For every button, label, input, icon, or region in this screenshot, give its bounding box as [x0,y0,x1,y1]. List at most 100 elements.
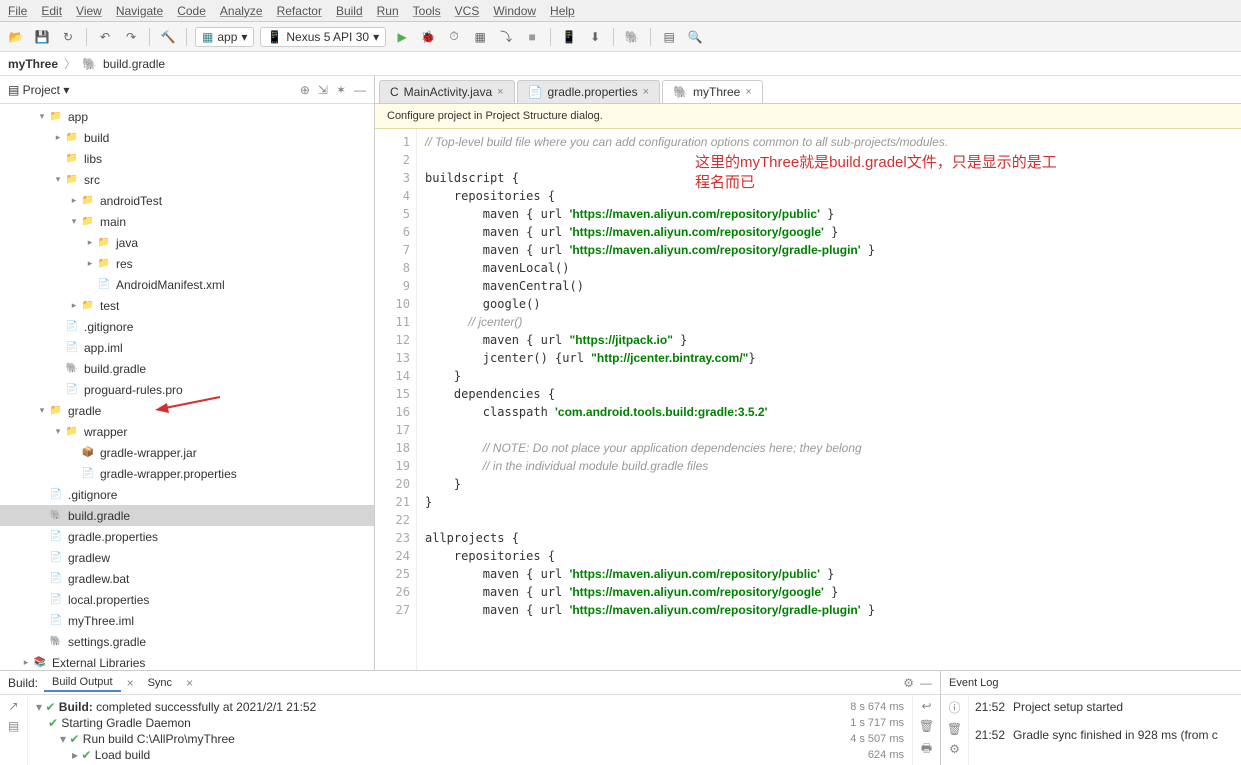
trash-icon[interactable]: 🗑 [919,719,934,733]
event-list: 21:52Project setup started21:52Gradle sy… [969,695,1241,765]
coverage-icon[interactable]: ▦ [470,27,490,47]
tree-item[interactable]: ▸📁java [0,232,374,253]
tree-item[interactable]: ▾📁src [0,169,374,190]
editor-tabs: CMainActivity.java×📄gradle.properties×🐘m… [375,76,1241,104]
tree-item[interactable]: 📄gradle.properties [0,526,374,547]
close-icon[interactable]: × [497,86,503,98]
menu-refactor[interactable]: Refactor [277,4,322,18]
menu-tools[interactable]: Tools [413,4,441,18]
expand-icon[interactable]: ⇲ [318,83,328,97]
refresh-icon[interactable]: ↻ [58,27,78,47]
menu-build[interactable]: Build [336,4,363,18]
tree-item[interactable]: 🐘build.gradle [0,358,374,379]
menu-edit[interactable]: Edit [41,4,62,18]
settings-icon[interactable]: ✶ [336,83,346,97]
avd-icon[interactable]: 📱 [559,27,579,47]
build-times: 8 s 674 ms1 s 717 ms4 s 507 ms624 ms [832,695,912,765]
tree-item[interactable]: 📦gradle-wrapper.jar [0,442,374,463]
debug-icon[interactable]: 🐞 [418,27,438,47]
editor-tab[interactable]: 📄gradle.properties× [517,80,660,103]
stop-icon[interactable]: ■ [522,27,542,47]
menu-run[interactable]: Run [377,4,399,18]
open-icon[interactable]: 📂 [6,27,26,47]
build-tree[interactable]: ▾ ✔ Build: completed successfully at 202… [28,695,832,765]
config-banner[interactable]: Configure project in Project Structure d… [375,104,1241,129]
tree-item[interactable]: 📄myThree.iml [0,610,374,631]
tree-item[interactable]: 📄local.properties [0,589,374,610]
code-editor[interactable]: // Top-level build file where you can ad… [417,129,1241,670]
toolbar: 📂 💾 ↻ ↶ ↷ 🔨 ▦app▾ 📱Nexus 5 API 30▾ ▶ 🐞 ⏱… [0,22,1241,52]
structure-icon[interactable]: ▤ [659,27,679,47]
tree-item[interactable]: 🐘build.gradle [0,505,374,526]
tree-item[interactable]: ▸📁androidTest [0,190,374,211]
tree-item[interactable]: ▸📚External Libraries [0,652,374,670]
hammer-icon[interactable]: 🔨 [158,27,178,47]
attach-icon[interactable]: ⤵ [496,27,516,47]
profile-icon[interactable]: ⏱ [444,27,464,47]
menu-bar: File Edit View Navigate Code Analyze Refactor B… [0,0,1241,22]
tree-item[interactable]: ▸📁res [0,253,374,274]
undo-icon[interactable]: ↶ [95,27,115,47]
breadcrumb-project[interactable]: myThree [8,57,58,71]
close-icon[interactable]: × [643,86,649,98]
run-icon[interactable]: ▶ [392,27,412,47]
menu-code[interactable]: Code [177,4,206,18]
menu-navigate[interactable]: Navigate [116,4,163,18]
run-config-combo[interactable]: ▦app▾ [195,27,254,47]
tab-sync[interactable]: Sync [140,675,180,691]
tab-build-output[interactable]: Build Output [44,674,121,692]
device-combo[interactable]: 📱Nexus 5 API 30▾ [260,27,386,47]
tree-item[interactable]: 📁libs [0,148,374,169]
tree-item[interactable]: 📄gradlew.bat [0,568,374,589]
trash-icon[interactable]: 🗑 [947,722,962,736]
menu-window[interactable]: Window [493,4,536,18]
tree-item[interactable]: 📄gradle-wrapper.properties [0,463,374,484]
gear-icon[interactable]: ⚙ [903,676,914,690]
tree-item[interactable]: 📄gradlew [0,547,374,568]
soft-wrap-icon[interactable]: ↩ [921,699,931,713]
tree-item[interactable]: 📄app.iml [0,337,374,358]
editor-pane: CMainActivity.java×📄gradle.properties×🐘m… [375,76,1241,670]
project-view-combo[interactable]: ▤ Project ▾ [8,83,69,97]
close-icon[interactable]: × [745,86,751,98]
tree-item[interactable]: ▸📁build [0,127,374,148]
tree-item[interactable]: 📄.gitignore [0,484,374,505]
tree-item[interactable]: 📄.gitignore [0,316,374,337]
gutter: 1234567891011121314151617181920212223242… [375,129,417,670]
search-icon[interactable]: 🔍 [685,27,705,47]
info-icon[interactable]: ⓘ [948,699,960,716]
tree-item[interactable]: ▾📁app [0,106,374,127]
editor-tab[interactable]: 🐘myThree× [662,80,763,103]
tree-item[interactable]: 📄AndroidManifest.xml [0,274,374,295]
menu-analyze[interactable]: Analyze [220,4,263,18]
menu-help[interactable]: Help [550,4,575,18]
filter-icon[interactable]: ▤ [8,719,19,733]
bottom-panel: Build: Build Output× Sync× ⚙ — ↗ ▤ ▾ ✔ B… [0,670,1241,765]
breadcrumb: myThree 〉 🐘 build.gradle [0,52,1241,76]
tree-item[interactable]: ▾📁wrapper [0,421,374,442]
sync-icon[interactable]: 🐘 [622,27,642,47]
hide-icon[interactable]: — [920,676,932,690]
project-tree[interactable]: ▾📁app▸📁build📁libs▾📁src▸📁androidTest▾📁mai… [0,104,374,670]
menu-vcs[interactable]: VCS [455,4,480,18]
save-icon[interactable]: 💾 [32,27,52,47]
tree-item[interactable]: 📄proguard-rules.pro [0,379,374,400]
project-pane: ▤ Project ▾ ⊕ ⇲ ✶ — ▾📁app▸📁build📁libs▾📁s… [0,76,375,670]
menu-file[interactable]: File [8,4,27,18]
build-label: Build: [8,676,38,690]
tree-item[interactable]: 🐘settings.gradle [0,631,374,652]
print-icon[interactable]: 🖶 [921,739,932,760]
sdk-icon[interactable]: ⬇ [585,27,605,47]
tree-item[interactable]: ▾📁gradle [0,400,374,421]
settings-icon[interactable]: ⚙ [949,742,960,756]
redo-icon[interactable]: ↷ [121,27,141,47]
breadcrumb-file[interactable]: build.gradle [103,57,165,71]
tree-item[interactable]: ▾📁main [0,211,374,232]
hide-icon[interactable]: — [354,83,366,97]
locate-icon[interactable]: ⊕ [300,83,310,97]
editor-tab[interactable]: CMainActivity.java× [379,80,515,103]
rerun-icon[interactable]: ↗ [8,699,18,713]
event-log-title: Event Log [941,671,1241,695]
menu-view[interactable]: View [76,4,102,18]
tree-item[interactable]: ▸📁test [0,295,374,316]
